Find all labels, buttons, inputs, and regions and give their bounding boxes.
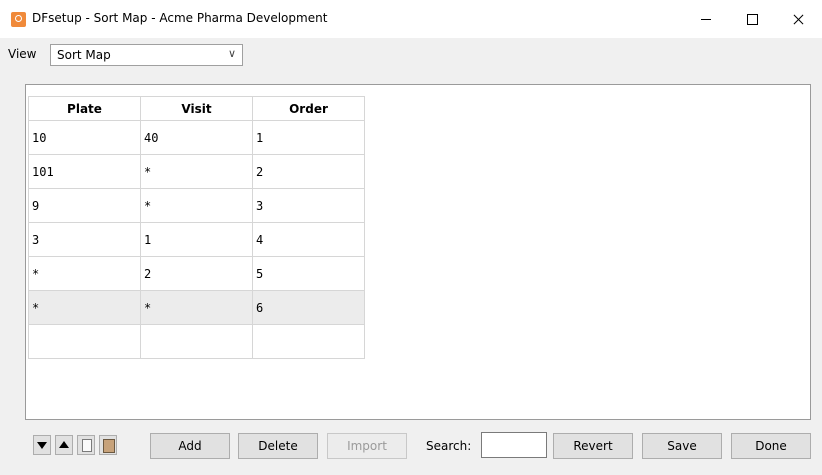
table-cell[interactable]: * [140,290,253,325]
move-down-button[interactable] [33,435,51,455]
table-cell[interactable]: 40 [140,120,253,155]
window-title: DFsetup - Sort Map - Acme Pharma Develop… [32,11,328,25]
view-select[interactable]: Sort Map ∨ [50,44,243,66]
column-header-visit[interactable]: Visit [140,96,253,121]
delete-button[interactable]: Delete [238,433,318,459]
copy-button[interactable] [77,435,95,455]
paste-button[interactable] [99,435,117,455]
table-cell[interactable] [140,324,253,359]
search-label: Search: [426,439,472,453]
view-label: View [8,47,37,61]
table-cell[interactable]: 10 [28,120,141,155]
table-cell[interactable]: 3 [28,222,141,257]
import-button[interactable]: Import [327,433,407,459]
search-input[interactable] [481,432,547,458]
table-cell[interactable]: 101 [28,154,141,189]
maximize-button[interactable] [729,0,775,38]
chevron-down-icon: ∨ [227,47,236,60]
sort-map-panel: Plate Visit Order 10 40 1 101 * 2 9 * 3 [25,84,811,420]
table-header-row: Plate Visit Order [28,96,365,121]
minimize-icon [701,19,711,20]
table-cell[interactable]: 6 [252,290,365,325]
table-cell[interactable] [252,324,365,359]
table-cell[interactable]: 4 [252,222,365,257]
table-row-selected[interactable]: * * 6 [28,290,365,325]
table-cell[interactable]: * [28,256,141,291]
table-cell[interactable]: 5 [252,256,365,291]
add-button[interactable]: Add [150,433,230,459]
table-row[interactable]: 9 * 3 [28,188,365,223]
table-row[interactable]: * 2 5 [28,256,365,291]
copy-document-icon [82,439,92,452]
view-select-value: Sort Map [57,48,111,62]
maximize-icon [747,14,758,25]
table-cell[interactable]: 1 [252,120,365,155]
paste-document-icon [103,439,115,453]
table-cell[interactable]: 9 [28,188,141,223]
column-header-order[interactable]: Order [252,96,365,121]
move-down-icon [37,442,47,449]
table-cell[interactable]: 2 [140,256,253,291]
app-icon [11,12,26,27]
table-cell[interactable] [28,324,141,359]
sort-map-table: Plate Visit Order 10 40 1 101 * 2 9 * 3 [28,96,365,359]
table-row[interactable]: 101 * 2 [28,154,365,189]
minimize-button[interactable] [683,0,729,38]
save-button[interactable]: Save [642,433,722,459]
table-row[interactable]: 3 1 4 [28,222,365,257]
table-cell[interactable]: 2 [252,154,365,189]
table-cell[interactable]: * [140,188,253,223]
table-cell[interactable]: * [140,154,253,189]
table-row-empty[interactable] [28,324,365,359]
column-header-plate[interactable]: Plate [28,96,141,121]
title-bar: DFsetup - Sort Map - Acme Pharma Develop… [0,0,822,38]
move-up-button[interactable] [55,435,73,455]
done-button[interactable]: Done [731,433,811,459]
revert-button[interactable]: Revert [553,433,633,459]
move-up-icon [59,441,69,448]
table-cell[interactable]: * [28,290,141,325]
table-row[interactable]: 10 40 1 [28,120,365,155]
close-button[interactable] [776,0,822,38]
table-cell[interactable]: 3 [252,188,365,223]
table-cell[interactable]: 1 [140,222,253,257]
